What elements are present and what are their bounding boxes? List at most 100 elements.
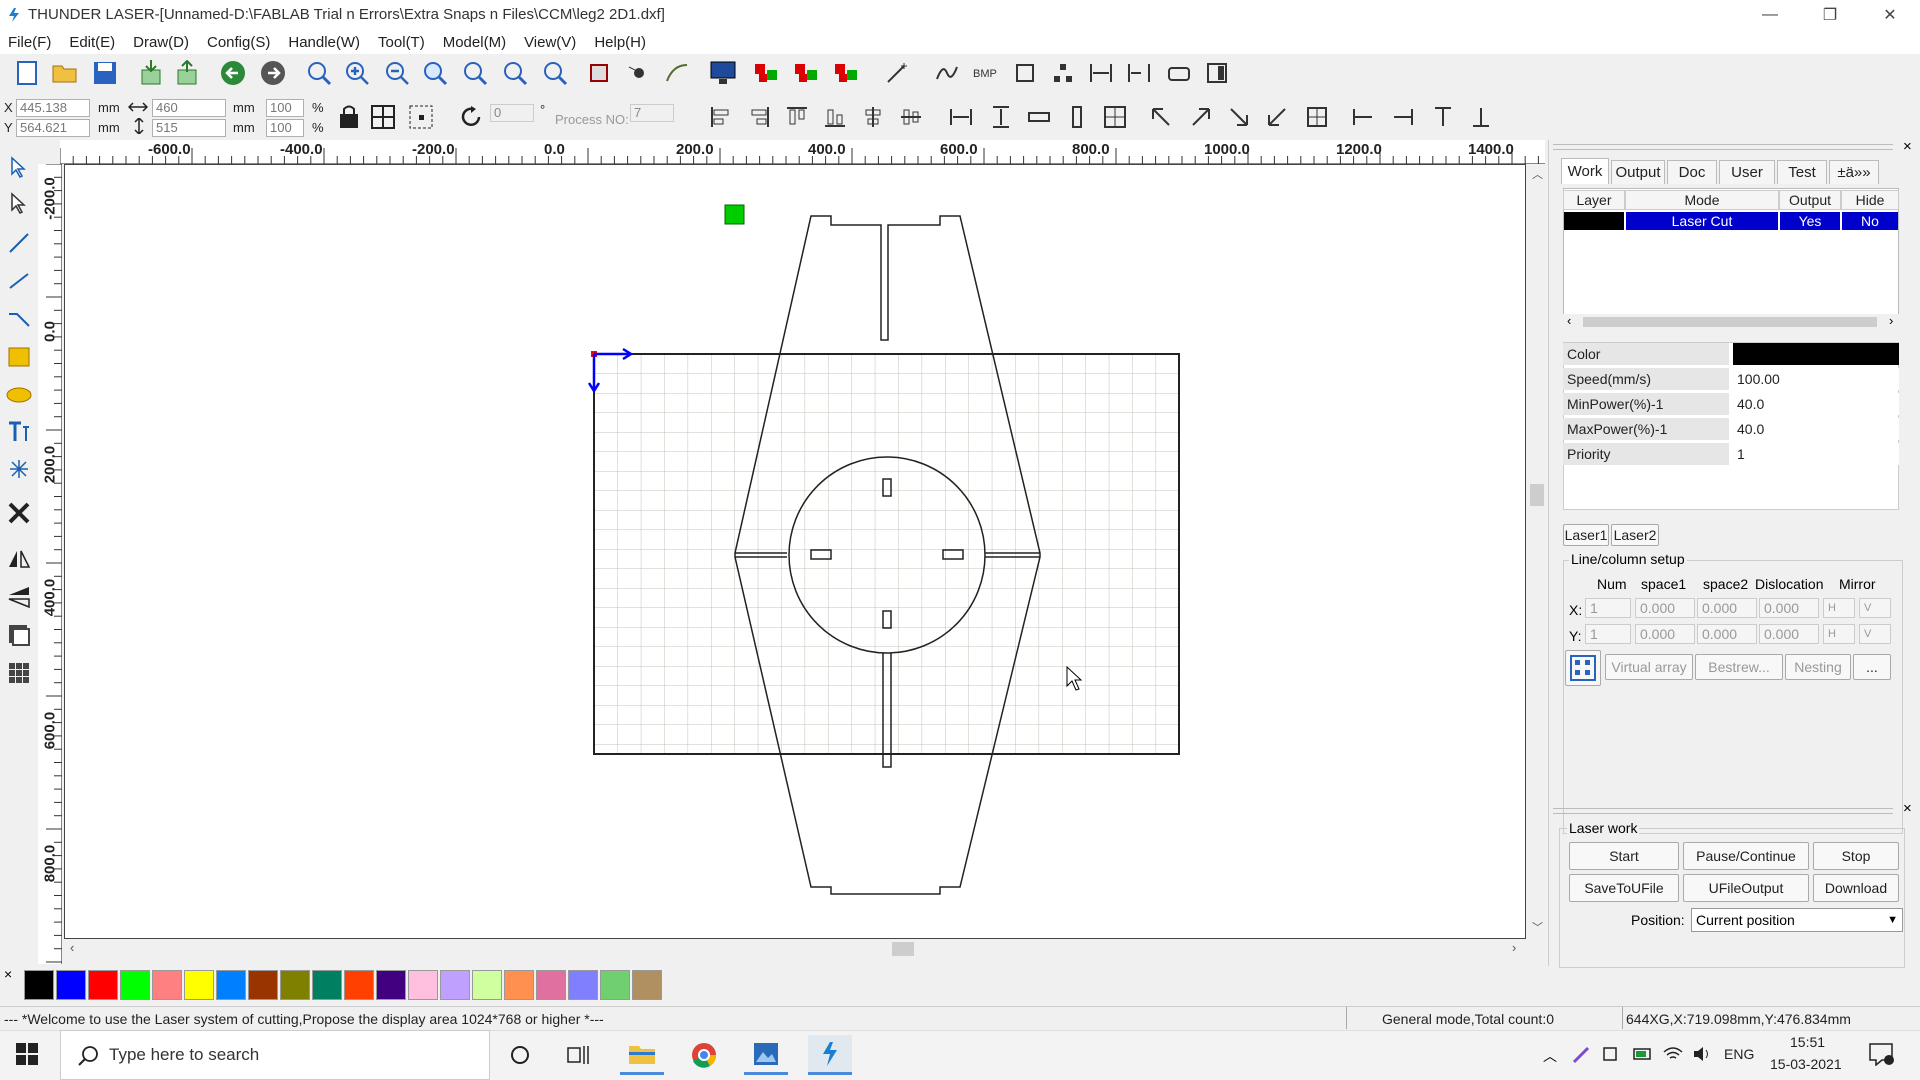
select-arrow-icon[interactable] <box>4 152 34 182</box>
y-space2-input[interactable]: 0.000 <box>1697 624 1757 644</box>
palette-swatch[interactable] <box>184 970 214 1000</box>
scroll-right-icon[interactable]: › <box>1512 940 1516 955</box>
virtual-array-button[interactable]: Virtual array <box>1605 654 1693 680</box>
pen-icon[interactable] <box>1572 1044 1592 1068</box>
scroll-down-icon[interactable]: ﹀ <box>1532 919 1543 935</box>
layer-scroll-thumb[interactable] <box>1583 317 1877 327</box>
position-select[interactable]: Current position ▼ <box>1691 908 1903 932</box>
node-edit-icon[interactable] <box>624 58 654 88</box>
palette-swatch[interactable] <box>120 970 150 1000</box>
zoom-in-icon[interactable] <box>342 58 372 88</box>
lock-ratio-icon[interactable] <box>334 102 364 132</box>
minimize-button[interactable]: — <box>1740 0 1800 30</box>
x-position-input[interactable]: 445.138 <box>16 99 90 117</box>
distribute-icon-1[interactable] <box>1086 58 1116 88</box>
export-icon[interactable] <box>172 58 202 88</box>
cortana-icon[interactable] <box>498 1035 542 1075</box>
palette-swatch[interactable] <box>408 970 438 1000</box>
laser-panel-close-icon[interactable]: × <box>1903 800 1912 817</box>
grid-align-icon[interactable] <box>368 102 398 132</box>
anchor-point-icon[interactable] <box>406 102 436 132</box>
same-height-icon[interactable] <box>986 102 1016 132</box>
y-mirror-h-checkbox[interactable]: H <box>1823 624 1855 644</box>
stop-button[interactable]: Stop <box>1813 842 1899 870</box>
process-number-input[interactable]: 7 <box>630 104 674 122</box>
x-mirror-v-checkbox[interactable]: V <box>1859 598 1891 618</box>
scroll-left-icon[interactable]: ‹ <box>70 940 74 955</box>
prop-color-value[interactable] <box>1733 343 1899 365</box>
horizontal-scrollbar[interactable]: ‹ › <box>64 940 1526 958</box>
point-tool-icon[interactable] <box>4 454 34 484</box>
restore-button[interactable]: ❐ <box>1800 0 1860 30</box>
zoom-fit-icon[interactable] <box>540 58 570 88</box>
frame-icon[interactable] <box>1010 58 1040 88</box>
notifications-icon[interactable] <box>1868 1042 1894 1070</box>
center-page-icon[interactable] <box>1100 102 1130 132</box>
pause-continue-button[interactable]: Pause/Continue <box>1683 842 1809 870</box>
palette-swatch[interactable] <box>568 970 598 1000</box>
height-input[interactable]: 515 <box>152 119 226 137</box>
chrome-icon[interactable] <box>682 1035 726 1075</box>
move-center-icon[interactable] <box>1302 102 1332 132</box>
magic-wand-icon[interactable] <box>882 58 912 88</box>
align-right-icon[interactable] <box>744 102 774 132</box>
battery-icon[interactable] <box>1632 1044 1654 1068</box>
x-space1-input[interactable]: 0.000 <box>1635 598 1695 618</box>
bestrew-button[interactable]: Bestrew... <box>1695 654 1783 680</box>
palette-swatch[interactable] <box>376 970 406 1000</box>
x-space2-input[interactable]: 0.000 <box>1697 598 1757 618</box>
redo-icon[interactable] <box>258 58 288 88</box>
palette-swatch[interactable] <box>536 970 566 1000</box>
mirror-v-icon[interactable] <box>4 582 34 612</box>
rectangle-tool-icon[interactable] <box>4 342 34 372</box>
prop-minpower-value[interactable]: 40.0 <box>1733 393 1899 415</box>
scroll-up-icon[interactable]: ︿ <box>1532 166 1543 182</box>
tab-test[interactable]: Test <box>1777 160 1827 184</box>
palette-swatch[interactable] <box>88 970 118 1000</box>
file-explorer-icon[interactable] <box>620 1035 664 1075</box>
zoom-selection-icon[interactable] <box>460 58 490 88</box>
palette-swatch[interactable] <box>312 970 342 1000</box>
move-bottom-right-icon[interactable] <box>1224 102 1254 132</box>
palette-swatch[interactable] <box>152 970 182 1000</box>
laser1-tab[interactable]: Laser1 <box>1563 524 1609 546</box>
menu-help[interactable]: Help(H) <box>594 34 646 51</box>
ellipse-tool-icon[interactable] <box>4 380 34 410</box>
palette-close-icon[interactable]: × <box>4 966 12 982</box>
zoom-pan-icon[interactable] <box>304 58 334 88</box>
vertical-scrollbar[interactable]: ︿ ﹀ <box>1528 164 1546 939</box>
align-left-icon[interactable] <box>706 102 736 132</box>
close-button[interactable]: ✕ <box>1860 0 1920 30</box>
align-center-v-icon[interactable] <box>858 102 888 132</box>
scale-height-input[interactable]: 100 <box>266 119 304 137</box>
dock-top-icon[interactable] <box>1428 102 1458 132</box>
import-image-icon[interactable] <box>4 620 34 650</box>
palette-swatch[interactable] <box>344 970 374 1000</box>
monitor-icon[interactable] <box>708 58 738 88</box>
layer-mode-cell[interactable]: Laser Cut <box>1626 212 1778 230</box>
panel-grip[interactable] <box>1553 144 1893 150</box>
clock-time[interactable]: 15:51 <box>1790 1034 1825 1050</box>
align-bottom-icon[interactable] <box>820 102 850 132</box>
sort-icon[interactable] <box>1048 58 1078 88</box>
tab-output[interactable]: Output <box>1611 160 1665 184</box>
layer-scroll-left-icon[interactable]: ‹ <box>1567 313 1571 328</box>
layer-output-cell[interactable]: Yes <box>1780 212 1840 230</box>
x-num-input[interactable]: 1 <box>1585 598 1631 618</box>
dock-left-icon[interactable] <box>1348 102 1378 132</box>
layer-scroll-right-icon[interactable]: › <box>1889 313 1893 328</box>
node-select-icon[interactable] <box>4 188 34 218</box>
palette-swatch[interactable] <box>24 970 54 1000</box>
language-indicator[interactable]: ENG <box>1724 1046 1754 1062</box>
save-icon[interactable] <box>90 58 120 88</box>
move-bottom-left-icon[interactable] <box>1262 102 1292 132</box>
palette-swatch[interactable] <box>504 970 534 1000</box>
task-view-icon[interactable] <box>556 1035 600 1075</box>
more-options-button[interactable]: ... <box>1853 654 1891 680</box>
laser-panel-grip[interactable] <box>1553 808 1893 814</box>
y-position-input[interactable]: 564.621 <box>16 119 90 137</box>
drawing-canvas[interactable] <box>64 164 1526 939</box>
clock-date[interactable]: 15-03-2021 <box>1770 1056 1842 1072</box>
palette-swatch[interactable] <box>56 970 86 1000</box>
line-tool-icon[interactable] <box>4 228 34 258</box>
